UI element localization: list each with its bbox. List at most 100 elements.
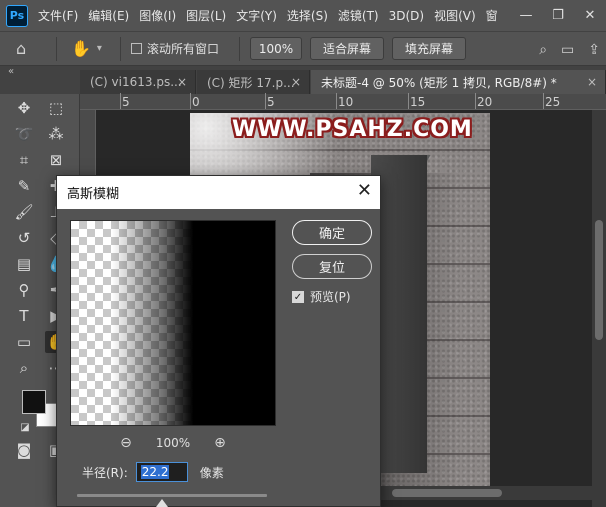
marquee-tool-icon[interactable]: ⬚ <box>45 97 67 119</box>
radius-input[interactable]: 22.2 <box>135 462 188 482</box>
gradient-tool-icon[interactable]: ▤ <box>13 253 35 275</box>
scroll-all-windows-label: 滚动所有窗口 <box>146 42 219 56</box>
move-tool-icon[interactable]: ✥ <box>13 97 35 119</box>
tab-close-icon[interactable]: × <box>177 75 187 89</box>
ruler-tick <box>265 93 266 109</box>
ruler-label: 20 <box>477 95 493 109</box>
preview-zoom-controls: ⊖ 100% ⊕ <box>70 434 276 452</box>
close-icon[interactable]: ✕ <box>357 180 372 201</box>
quick-mask-icon[interactable]: ◙ <box>13 439 35 461</box>
dodge-tool-icon[interactable]: ⚲ <box>13 279 35 301</box>
menu-edit[interactable]: 编辑(E) <box>88 7 129 24</box>
ruler-label: 5 <box>122 95 130 109</box>
menu-filter[interactable]: 滤镜(T) <box>338 7 379 24</box>
search-icon[interactable]: ⌕ <box>539 42 547 58</box>
zoom-in-icon[interactable]: ⊕ <box>214 435 226 451</box>
menu-window[interactable]: 窗 <box>486 7 498 24</box>
blur-preview[interactable] <box>70 220 276 426</box>
foreground-color-swatch[interactable] <box>22 390 46 414</box>
zoom-tool-icon[interactable]: ⌕ <box>13 357 35 379</box>
radius-value: 22.2 <box>140 465 170 479</box>
rectangle-tool-icon[interactable]: ▭ <box>13 331 35 353</box>
divider <box>119 36 121 61</box>
tab-label: 未标题-4 @ 50% (矩形 1 拷贝, RGB/8#) * <box>321 75 557 90</box>
brush-tool-icon[interactable]: 🖌 <box>13 201 35 223</box>
fit-screen-button[interactable]: 适合屏幕 <box>309 37 384 60</box>
type-tool-icon[interactable]: T <box>13 305 35 327</box>
radius-slider-track[interactable] <box>77 494 267 497</box>
lasso-tool-icon[interactable]: ➰ <box>13 123 35 145</box>
watermark: WWW.PSAHZ.COM <box>232 117 473 142</box>
collapse-panel-icon[interactable]: « <box>8 66 14 77</box>
ruler-tick <box>543 93 544 109</box>
scroll-all-windows-checkbox[interactable] <box>130 43 142 54</box>
tab-close-icon[interactable]: × <box>291 75 301 89</box>
eyedropper-tool-icon[interactable]: ✎ <box>13 175 35 197</box>
menu-view[interactable]: 视图(V) <box>434 7 476 24</box>
hand-tool-icon[interactable]: ✋ <box>71 39 91 58</box>
tab-document-2[interactable]: (C) 矩形 17.p... × <box>197 70 310 94</box>
tab-label: (C) vi1613.ps... <box>90 75 182 89</box>
tab-close-icon[interactable]: × <box>587 75 597 89</box>
minimize-button[interactable]: — <box>510 8 542 23</box>
preview-image <box>71 221 275 425</box>
ruler-tick <box>190 93 191 109</box>
default-colors-icon[interactable]: ◪ <box>14 416 36 438</box>
reset-button[interactable]: 复位 <box>292 254 372 279</box>
zoom-out-icon[interactable]: ⊖ <box>120 435 132 451</box>
menu-image[interactable]: 图像(I) <box>139 7 176 24</box>
unit-label: 像素 <box>199 465 224 480</box>
ruler-tick <box>336 93 337 109</box>
tab-label: (C) 矩形 17.p... <box>207 75 295 90</box>
preview-checkbox[interactable]: ✓ <box>292 290 304 303</box>
menu-bar: Ps 文件(F) 编辑(E) 图像(I) 图层(L) 文字(Y) 选择(S) 滤… <box>0 0 606 31</box>
preview-label: 预览(P) <box>310 290 351 304</box>
ruler-label: 25 <box>545 95 561 109</box>
tab-document-active[interactable]: 未标题-4 @ 50% (矩形 1 拷贝, RGB/8#) * × <box>311 70 606 94</box>
history-brush-tool-icon[interactable]: ↺ <box>13 227 35 249</box>
close-window-button[interactable]: ✕ <box>574 8 606 23</box>
ok-button[interactable]: 确定 <box>292 220 372 245</box>
radius-slider-thumb[interactable] <box>156 499 168 507</box>
dialog-title-bar[interactable]: 高斯模糊 ✕ <box>57 176 380 209</box>
radius-label: 半径(R): <box>82 465 128 480</box>
fill-screen-button[interactable]: 填充屏幕 <box>391 37 466 60</box>
ruler-tick <box>120 93 121 109</box>
options-bar: ⌂ ✋ ▾ 滚动所有窗口 100% 适合屏幕 填充屏幕 ⌕ ▭ ⇪ <box>0 31 606 66</box>
ruler-tick <box>408 93 409 109</box>
tab-document-1[interactable]: (C) vi1613.ps... × <box>80 70 196 94</box>
divider <box>56 36 57 61</box>
ruler-label: 5 <box>267 95 275 109</box>
options-right-icons: ⌕ ▭ ⇪ <box>539 32 600 67</box>
ruler-label: 10 <box>338 95 354 109</box>
ruler-label: 15 <box>410 95 426 109</box>
radius-row: 半径(R): 22.2 像素 <box>82 462 224 482</box>
photoshop-logo: Ps <box>6 4 28 27</box>
vertical-scroll-thumb[interactable] <box>595 220 603 340</box>
home-icon[interactable]: ⌂ <box>16 39 46 58</box>
zoom-100-button[interactable]: 100% <box>249 37 302 60</box>
menu-layer[interactable]: 图层(L) <box>186 7 226 24</box>
chevron-down-icon[interactable]: ▾ <box>97 43 102 54</box>
share-icon[interactable]: ⇪ <box>588 42 600 58</box>
preview-toggle[interactable]: ✓ 预览(P) <box>292 288 351 305</box>
magic-wand-tool-icon[interactable]: ⁂ <box>45 123 67 145</box>
menu-file[interactable]: 文件(F) <box>38 7 78 24</box>
document-tab-bar: « (C) vi1613.ps... × (C) 矩形 17.p... × 未标… <box>0 66 606 94</box>
crop-tool-icon[interactable]: ⌗ <box>13 149 35 171</box>
restore-button[interactable]: ❐ <box>542 8 574 23</box>
ruler-label: 0 <box>192 95 200 109</box>
ruler-tick <box>475 93 476 109</box>
zoom-level: 100% <box>155 436 191 450</box>
gaussian-blur-dialog: 高斯模糊 ✕ ⊖ 100% ⊕ 半径(R): 22.2 像素 确定 复位 ✓ 预… <box>56 175 381 507</box>
divider <box>238 36 240 61</box>
horizontal-scroll-thumb[interactable] <box>392 489 502 497</box>
frame-tool-icon[interactable]: ⊠ <box>45 149 67 171</box>
menu-select[interactable]: 选择(S) <box>287 7 328 24</box>
menu-type[interactable]: 文字(Y) <box>236 7 277 24</box>
workspace-icon[interactable]: ▭ <box>561 42 574 58</box>
window-controls: — ❐ ✕ <box>510 0 606 31</box>
horizontal-ruler: 5 0 5 10 15 20 25 <box>80 93 606 110</box>
dialog-title: 高斯模糊 <box>67 187 120 202</box>
menu-3d[interactable]: 3D(D) <box>389 9 424 23</box>
